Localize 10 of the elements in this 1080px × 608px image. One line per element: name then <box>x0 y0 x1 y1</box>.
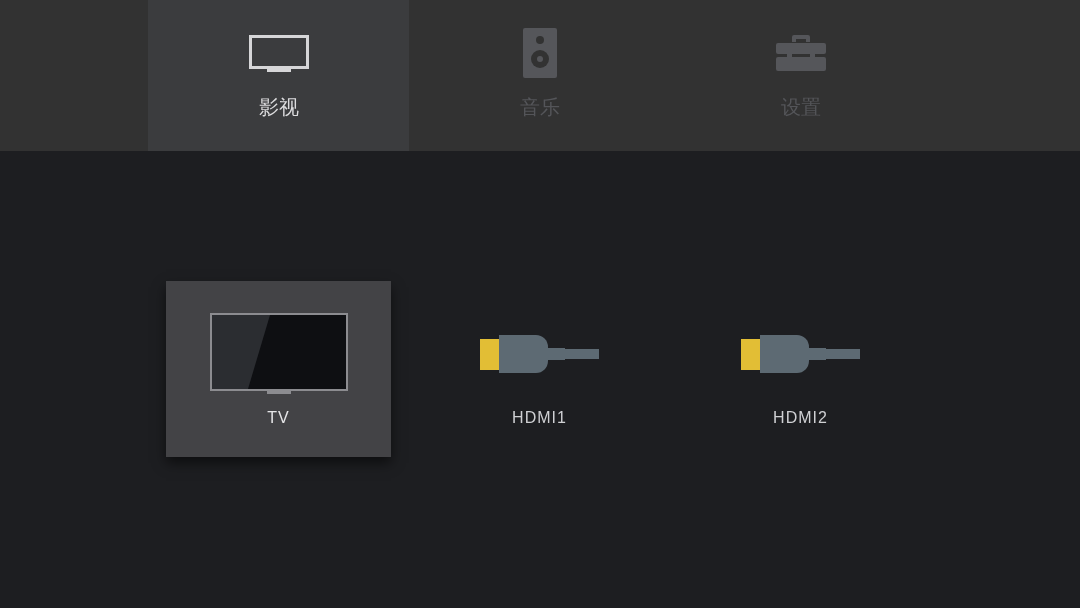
source-item[interactable]: HDMI2 <box>741 313 860 428</box>
tv-icon <box>209 313 348 394</box>
source-card[interactable]: TV <box>166 281 391 457</box>
hdmi-cable-icon <box>480 334 599 373</box>
category-tab[interactable]: 影视 <box>148 0 409 151</box>
tv-icon <box>248 34 309 72</box>
toolbox-icon <box>775 35 826 71</box>
source-item[interactable]: HDMI1 <box>480 313 599 428</box>
speaker-icon <box>522 28 557 78</box>
hdmi-cable-icon <box>741 334 860 373</box>
